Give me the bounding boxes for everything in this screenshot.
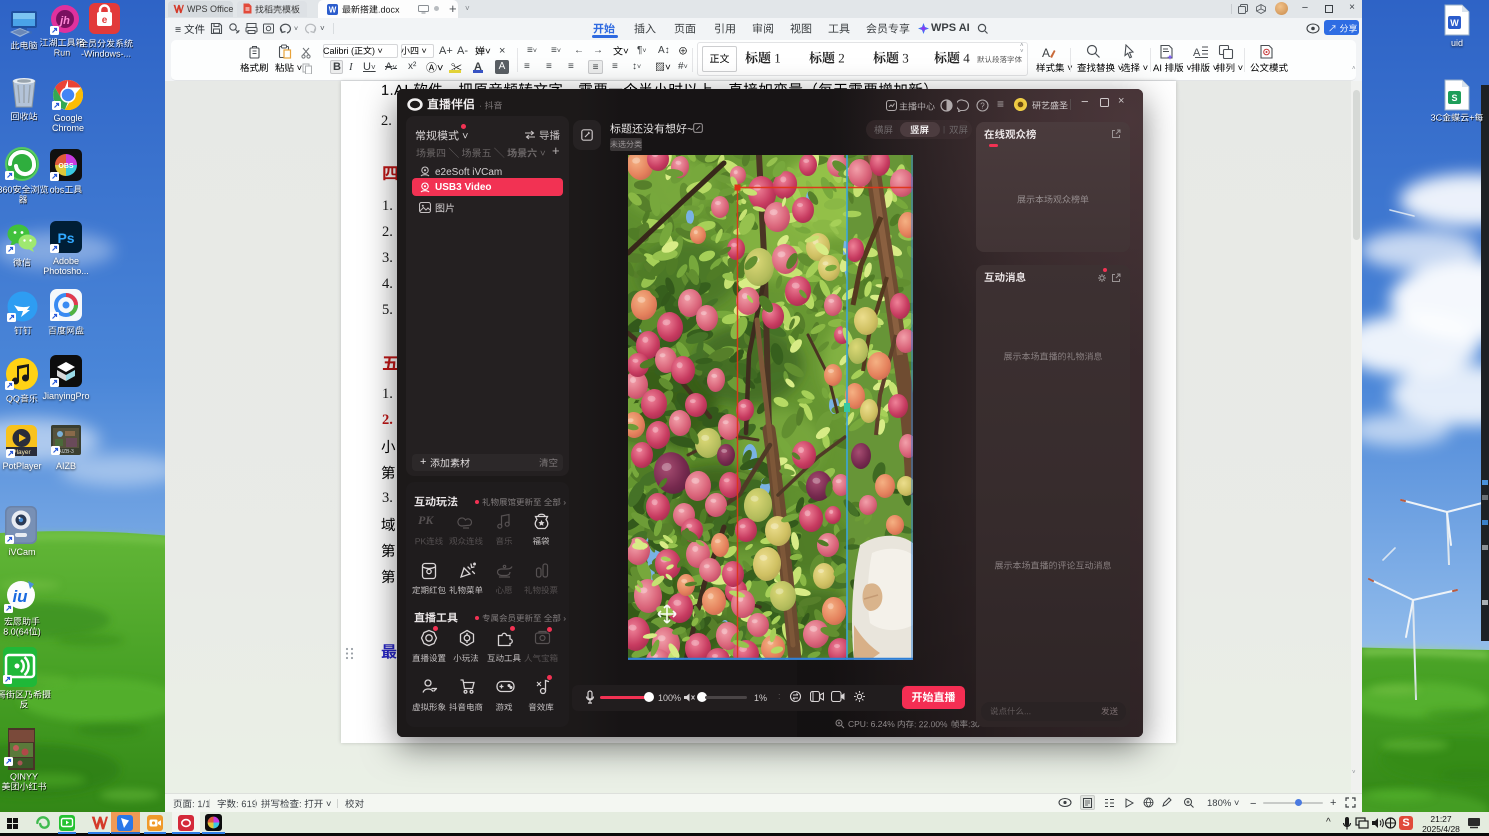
svg-text:iu: iu (12, 587, 28, 606)
svg-text:AIZB-3: AIZB-3 (58, 449, 74, 455)
svg-text:W: W (329, 6, 337, 15)
svg-text:W: W (1450, 18, 1459, 28)
svg-text:OBS: OBS (58, 163, 74, 170)
svg-text:S: S (1451, 93, 1457, 103)
svg-text:Player: Player (12, 449, 31, 456)
svg-text:A: A (1042, 46, 1050, 60)
svg-text:jh: jh (58, 15, 70, 27)
svg-text:Ps: Ps (57, 230, 74, 246)
svg-text:e: e (102, 15, 108, 26)
